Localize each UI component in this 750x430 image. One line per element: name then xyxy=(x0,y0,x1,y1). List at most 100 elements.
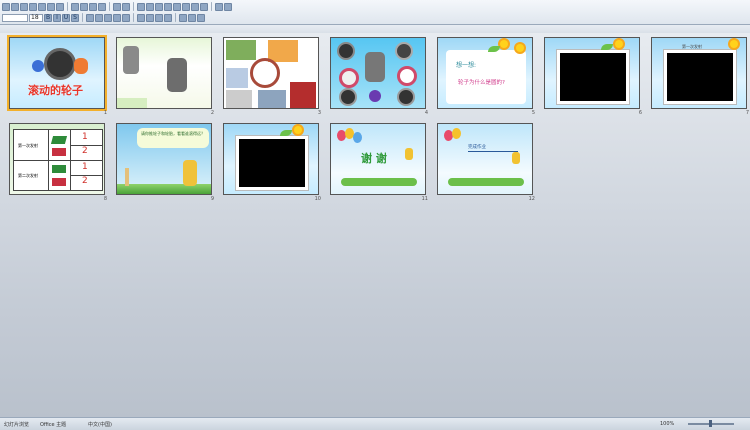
font-size-combo[interactable]: 18 xyxy=(29,13,43,22)
photo-image xyxy=(226,68,248,88)
slide-number: 1 xyxy=(103,110,107,116)
status-bar: 幻灯片浏览 Office 主题 中文(中国) 100% xyxy=(0,417,750,430)
slide-thumbnail-3[interactable] xyxy=(223,37,319,109)
thanks-text: 谢 谢 xyxy=(361,152,387,165)
font-name-combo[interactable] xyxy=(2,13,28,22)
new-icon[interactable] xyxy=(2,2,10,11)
numbering-icon[interactable] xyxy=(113,13,121,22)
slide-number: 3 xyxy=(317,110,321,116)
help-icon[interactable] xyxy=(224,2,232,11)
zoom-level[interactable]: 100% xyxy=(660,421,674,427)
wheel-image xyxy=(369,90,381,102)
slide-number: 11 xyxy=(421,196,428,202)
shadow-icon[interactable]: S xyxy=(71,13,79,22)
wheel-image xyxy=(397,88,415,106)
table-row-label: 第二次发射 xyxy=(18,173,38,178)
slide-text: 完成作业 xyxy=(468,145,486,150)
design-icon[interactable] xyxy=(188,13,196,22)
slide-number: 8 xyxy=(103,196,107,202)
grass-island-image xyxy=(341,178,417,186)
bullets-icon[interactable] xyxy=(122,13,130,22)
spelling-icon[interactable] xyxy=(56,2,64,11)
slide-thumbnail-12[interactable]: 完成作业 xyxy=(437,123,533,195)
flower-decoration xyxy=(294,126,302,134)
font-color-icon[interactable] xyxy=(179,13,187,22)
table-cell-value: 2 xyxy=(82,176,88,186)
slide-thumbnail-9[interactable]: 请你推轮子和轮胎，看看谁滚得远？ xyxy=(116,123,212,195)
redo-icon[interactable] xyxy=(122,2,130,11)
copy-icon[interactable] xyxy=(80,2,88,11)
separator xyxy=(82,13,83,22)
wheel-image xyxy=(44,48,76,80)
new-slide-icon[interactable] xyxy=(164,2,172,11)
new-slide-2-icon[interactable] xyxy=(197,13,205,22)
flower-decoration xyxy=(730,40,738,48)
slide-number: 9 xyxy=(210,196,214,202)
increase-font-icon[interactable] xyxy=(137,13,145,22)
format-painter-icon[interactable] xyxy=(98,2,106,11)
paste-icon[interactable] xyxy=(89,2,97,11)
save-icon[interactable] xyxy=(20,2,28,11)
slide-thumbnail-1[interactable]: 滚动的轮子 xyxy=(7,35,107,111)
italic-icon[interactable]: I xyxy=(53,13,61,22)
table-cell-value: 1 xyxy=(82,132,88,142)
align-center-icon[interactable] xyxy=(95,13,103,22)
permission-icon[interactable] xyxy=(29,2,37,11)
show-formatting-icon[interactable] xyxy=(182,2,190,11)
character-image xyxy=(405,148,413,160)
question-text: 轮子为什么是圆的? xyxy=(458,80,505,86)
slide-thumbnail-6[interactable] xyxy=(544,37,640,109)
print-icon[interactable] xyxy=(38,2,46,11)
balloon-decoration xyxy=(452,128,461,139)
character-image xyxy=(74,58,88,74)
print-preview-icon[interactable] xyxy=(47,2,55,11)
slide-thumbnail-2[interactable] xyxy=(116,37,212,109)
character-image xyxy=(32,60,44,72)
align-right-icon[interactable] xyxy=(104,13,112,22)
cut-icon[interactable] xyxy=(71,2,79,11)
insert-chart-icon[interactable] xyxy=(137,2,145,11)
color-grayscale-icon[interactable] xyxy=(200,2,208,11)
table-row-label: 第一次发射 xyxy=(18,143,38,148)
bold-icon[interactable]: B xyxy=(44,13,52,22)
child-character-image xyxy=(183,160,197,186)
toolbar-spacer xyxy=(0,25,750,33)
theme-indicator: Office 主题 xyxy=(40,422,67,428)
increase-indent-icon[interactable] xyxy=(164,13,172,22)
slide-thumbnail-11[interactable]: 谢 谢 xyxy=(330,123,426,195)
photo-image xyxy=(226,40,256,60)
wheel-image xyxy=(337,42,355,60)
slide-number: 12 xyxy=(528,196,535,202)
flower-decoration xyxy=(500,40,508,48)
zoom-icon[interactable] xyxy=(215,2,223,11)
slide-title: 滚动的轮子 xyxy=(28,84,83,97)
flower-decoration xyxy=(615,40,623,48)
align-left-icon[interactable] xyxy=(86,13,94,22)
slide-number: 6 xyxy=(638,110,642,116)
cube-image xyxy=(52,148,66,156)
slide-thumbnail-8[interactable]: 第一次发射 第二次发射 1 2 1 2 xyxy=(9,123,105,195)
undo-icon[interactable] xyxy=(113,2,121,11)
table-cell-value: 1 xyxy=(82,162,88,172)
slide-thumbnail-7[interactable]: 第一次发射 xyxy=(651,37,747,109)
text-line xyxy=(468,151,518,152)
grid-icon[interactable] xyxy=(191,2,199,11)
slide-thumbnail-4[interactable] xyxy=(330,37,426,109)
grass-island-image xyxy=(448,178,524,186)
slide-sorter[interactable]: 滚动的轮子 1 2 3 4 想一想: 轮子为什么是圆的? 5 6 第一次发射 7… xyxy=(0,33,750,417)
video-placeholder xyxy=(557,50,629,104)
insert-table-icon[interactable] xyxy=(146,2,154,11)
open-icon[interactable] xyxy=(11,2,19,11)
expand-all-icon[interactable] xyxy=(173,2,181,11)
slide-thumbnail-5[interactable]: 想一想: 轮子为什么是圆的? xyxy=(437,37,533,109)
underline-icon[interactable]: U xyxy=(62,13,70,22)
slide-thumbnail-10[interactable] xyxy=(223,123,319,195)
decrease-font-icon[interactable] xyxy=(146,13,154,22)
decrease-indent-icon[interactable] xyxy=(155,13,163,22)
cube-image xyxy=(52,165,66,173)
windmill-image xyxy=(125,168,129,186)
cube-image xyxy=(50,136,68,144)
tables-borders-icon[interactable] xyxy=(155,2,163,11)
zoom-slider-thumb[interactable] xyxy=(709,420,712,427)
tire-character-image xyxy=(167,58,187,92)
